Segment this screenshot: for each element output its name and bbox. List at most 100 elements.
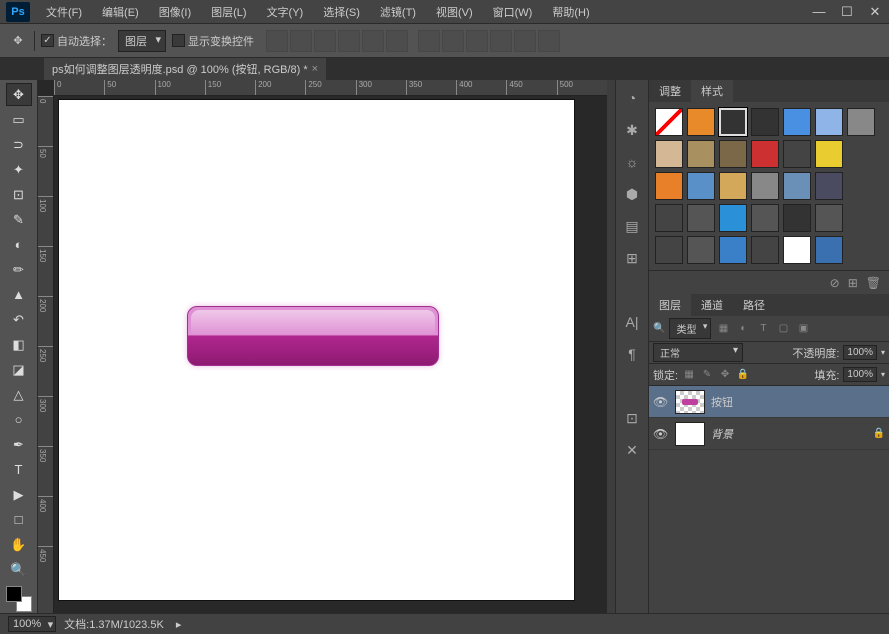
style-swatch[interactable] [719,172,747,200]
layer-name[interactable]: 背景 [711,426,867,442]
zoom-tool[interactable]: 🔍 [6,558,32,581]
rectangle-tool[interactable]: □ [6,508,32,531]
styles-delete-icon[interactable]: 🗑 [866,276,881,290]
lock-trans-icon[interactable]: ▦ [682,368,696,382]
show-transform-option[interactable]: 显示变换控件 [172,33,254,49]
style-swatch[interactable] [751,236,779,264]
menu-layer[interactable]: 图层(L) [201,0,256,24]
style-swatch[interactable] [783,140,811,168]
style-swatch[interactable] [815,204,843,232]
healing-brush-tool[interactable]: ◐ [6,233,32,256]
style-swatch[interactable] [751,140,779,168]
fill-input[interactable]: 100% [843,367,877,382]
menu-help[interactable]: 帮助(H) [542,0,599,24]
style-swatch[interactable] [751,204,779,232]
ruler-horizontal[interactable]: 0 50 100 150 200 250 300 350 400 450 500 [54,80,607,96]
layer-row[interactable]: 👁 按钮 [649,386,889,418]
menu-edit[interactable]: 编辑(E) [92,0,149,24]
style-swatch[interactable] [751,108,779,136]
style-swatch[interactable] [815,172,843,200]
history-panel-icon[interactable]: ◔ [622,88,642,108]
lasso-tool[interactable]: ⊃ [6,133,32,156]
dodge-tool[interactable]: ○ [6,408,32,431]
zoom-dropdown[interactable]: 100% [8,616,56,632]
filter-shape-icon[interactable]: ▢ [775,321,791,337]
distribute-bottom-icon[interactable] [466,30,488,52]
menu-view[interactable]: 视图(V) [426,0,483,24]
eyedropper-tool[interactable]: ✎ [6,208,32,231]
style-swatch[interactable] [655,204,683,232]
style-swatch[interactable] [719,140,747,168]
marquee-tool[interactable]: ▭ [6,108,32,131]
layer-row[interactable]: 👁 背景 🔒 [649,418,889,450]
layer-kind-dropdown[interactable]: 类型 [669,318,711,339]
style-swatch[interactable] [719,108,747,136]
style-swatch[interactable] [815,140,843,168]
layer-thumbnail[interactable] [675,422,705,446]
canvas[interactable] [59,100,574,600]
filter-pixel-icon[interactable]: ▦ [715,321,731,337]
layer-name[interactable]: 按钮 [711,394,885,410]
visibility-eye-icon[interactable]: 👁 [653,427,669,441]
style-swatch[interactable] [847,108,875,136]
navigator-panel-icon[interactable]: ⊡ [622,408,642,428]
menu-select[interactable]: 选择(S) [313,0,370,24]
filter-smart-icon[interactable]: ▣ [795,321,811,337]
maximize-button[interactable]: ☐ [833,0,861,24]
style-swatch[interactable] [687,140,715,168]
brushes-panel-icon[interactable]: ▤ [622,216,642,236]
lock-image-icon[interactable]: ✎ [700,368,714,382]
visibility-eye-icon[interactable]: 👁 [653,395,669,409]
distribute-top-icon[interactable] [418,30,440,52]
close-button[interactable]: ✕ [861,0,889,24]
layer-thumbnail[interactable] [675,390,705,414]
menu-file[interactable]: 文件(F) [36,0,92,24]
filter-adjust-icon[interactable]: ◐ [735,321,751,337]
align-left-icon[interactable] [338,30,360,52]
distribute-left-icon[interactable] [490,30,512,52]
distribute-hcenter-icon[interactable] [514,30,536,52]
styles-new-icon[interactable]: ⊞ [848,276,858,290]
blend-mode-dropdown[interactable]: 正常 [653,343,743,362]
style-swatch[interactable] [655,236,683,264]
style-swatch[interactable] [783,204,811,232]
properties-panel-icon[interactable]: ☼ [622,152,642,172]
move-tool[interactable]: ✥ [6,83,32,106]
align-right-icon[interactable] [386,30,408,52]
magic-wand-tool[interactable]: ✦ [6,158,32,181]
auto-select-target-dropdown[interactable]: 图层 [118,30,166,52]
history-brush-tool[interactable]: ↶ [6,308,32,331]
fg-color-swatch[interactable] [6,586,22,602]
style-swatch[interactable] [687,236,715,264]
style-swatch[interactable] [655,140,683,168]
filter-type-icon[interactable]: T [755,321,771,337]
channels-tab[interactable]: 通道 [691,294,733,316]
align-top-icon[interactable] [266,30,288,52]
distribute-vcenter-icon[interactable] [442,30,464,52]
style-swatch[interactable] [783,236,811,264]
character-panel-icon[interactable]: A| [622,312,642,332]
eraser-tool[interactable]: ◧ [6,333,32,356]
paragraph-panel-icon[interactable]: ¶ [622,344,642,364]
clone-panel-icon[interactable]: ⊞ [622,248,642,268]
layers-tab[interactable]: 图层 [649,294,691,316]
menu-window[interactable]: 窗口(W) [483,0,543,24]
info-panel-icon[interactable]: ✕ [622,440,642,460]
type-tool[interactable]: T [6,458,32,481]
style-swatch[interactable] [719,236,747,264]
style-swatch[interactable] [815,236,843,264]
style-swatch[interactable] [655,108,683,136]
align-bottom-icon[interactable] [314,30,336,52]
style-swatch[interactable] [719,204,747,232]
auto-select-option[interactable]: ✓ 自动选择： [41,33,112,49]
align-vcenter-icon[interactable] [290,30,312,52]
distribute-right-icon[interactable] [538,30,560,52]
style-swatch[interactable] [687,172,715,200]
style-swatch[interactable] [687,108,715,136]
adjustments-tab[interactable]: 调整 [649,80,691,102]
styles-clear-icon[interactable]: ⊘ [830,276,840,290]
blur-tool[interactable]: △ [6,383,32,406]
crop-tool[interactable]: ⊡ [6,183,32,206]
style-swatch[interactable] [751,172,779,200]
path-select-tool[interactable]: ▶ [6,483,32,506]
